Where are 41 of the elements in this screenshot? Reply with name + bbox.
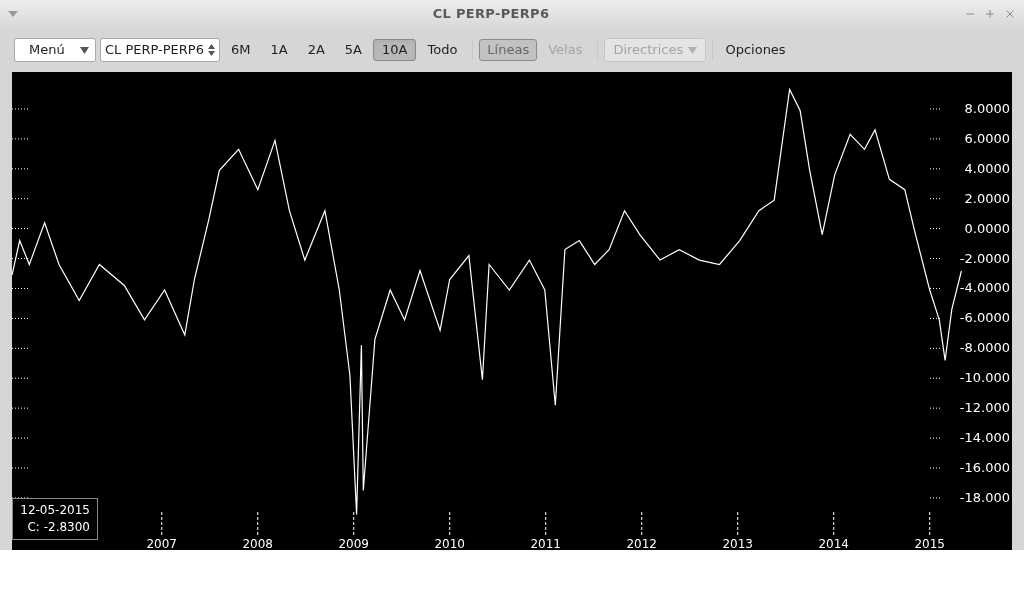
axis-label: -10.000 xyxy=(959,370,1010,386)
axis-label: 2.0000 xyxy=(964,190,1010,206)
axis-label: -12.000 xyxy=(959,400,1010,416)
axis-label: 2013 xyxy=(722,537,753,550)
range-button[interactable]: 5A xyxy=(335,39,371,61)
window-title: CL PERP-PERP6 xyxy=(432,5,550,24)
axis-label: 2012 xyxy=(626,537,657,550)
axis-label: 6.0000 xyxy=(964,130,1010,146)
axis-label: -4.0000 xyxy=(959,280,1010,296)
tooltip-date: 12-05-2015 xyxy=(20,502,90,519)
menu-dropdown[interactable]: Menú xyxy=(14,38,96,62)
axis-label: 2010 xyxy=(434,537,465,550)
axis-label: 2008 xyxy=(242,537,274,550)
axis-label: -14.000 xyxy=(959,430,1010,446)
axis-label: -2.0000 xyxy=(959,250,1010,266)
range-button[interactable]: Todo xyxy=(418,39,467,61)
axis-label: -16.000 xyxy=(959,460,1010,475)
range-button[interactable]: 1A xyxy=(261,39,297,61)
menu-triangle-icon[interactable] xyxy=(8,11,18,17)
options-button[interactable]: Opciones xyxy=(719,39,792,61)
caret-icon xyxy=(688,46,698,54)
spinner-arrows-icon xyxy=(208,44,215,56)
close-icon[interactable] xyxy=(1004,8,1016,20)
axis-label: 8.0000 xyxy=(964,100,1010,116)
axis-label: 2007 xyxy=(146,537,178,550)
axis-label: 2014 xyxy=(818,537,849,550)
axis-label: 2011 xyxy=(530,537,561,550)
axis-label: -6.0000 xyxy=(959,310,1010,326)
maximize-icon[interactable] xyxy=(984,8,996,20)
tooltip-close: C: -2.8300 xyxy=(27,519,90,536)
caret-icon xyxy=(80,46,89,54)
symbol-select[interactable]: CL PERP-PERP6 xyxy=(100,38,220,62)
axis-label: 0.0000 xyxy=(964,220,1010,236)
axis-label: 2015 xyxy=(914,537,945,550)
axis-label: 2009 xyxy=(338,537,369,550)
axis-label: 4.0000 xyxy=(964,160,1010,176)
axis-label: -18.000 xyxy=(959,489,1010,505)
range-button[interactable]: 6M xyxy=(222,39,260,61)
range-button[interactable]: 2A xyxy=(298,39,334,61)
range-button[interactable]: 10A xyxy=(373,39,417,61)
axis-label: -8.0000 xyxy=(959,340,1010,356)
